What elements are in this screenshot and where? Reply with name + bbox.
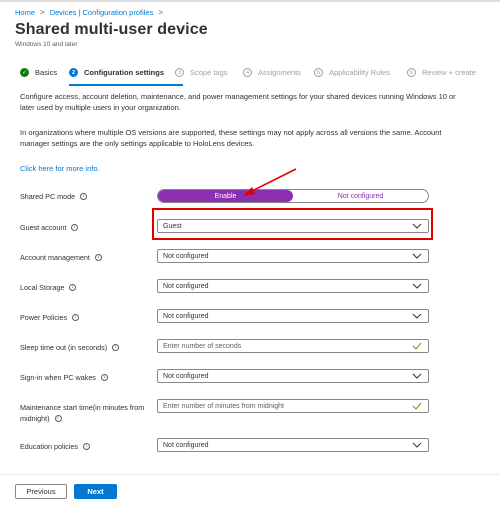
education-policies-label: Education policies i [20, 441, 90, 452]
step-label: Applicability Rules [329, 68, 390, 77]
step-number: 4 [243, 68, 252, 77]
chevron-down-icon [412, 373, 422, 379]
info-icon[interactable]: i [94, 254, 102, 261]
tab-applicability-rules[interactable]: 5 Applicability Rules [314, 68, 390, 77]
shared-pc-mode-label: Shared PC mode i [20, 191, 88, 202]
info-icon[interactable]: i [80, 193, 88, 200]
info-icon[interactable]: i [100, 374, 108, 381]
maintenance-start-label: Maintenance start time(in minutes from m… [20, 402, 150, 424]
signin-wake-dropdown[interactable]: Not configured [157, 369, 429, 383]
label-text: Shared PC mode [20, 192, 76, 201]
step-label: Basics [35, 68, 58, 77]
chevron-down-icon [412, 253, 422, 259]
info-icon[interactable]: i [69, 284, 77, 291]
step-number: 3 [175, 68, 184, 77]
step-label: Scope tags [190, 68, 228, 77]
tab-assignments[interactable]: 4 Assignments [243, 68, 301, 77]
tab-scope-tags[interactable]: 3 Scope tags [175, 68, 228, 77]
not-configured-option[interactable]: Not configured [293, 190, 428, 202]
label-text: Sleep time out (in seconds) [20, 343, 108, 352]
step-number: 6 [407, 68, 416, 77]
power-policies-dropdown[interactable]: Not configured [157, 309, 429, 323]
top-border [0, 0, 500, 2]
input-placeholder: Enter number of minutes from midnight [163, 402, 284, 410]
dropdown-value: Not configured [163, 312, 209, 320]
local-storage-dropdown[interactable]: Not configured [157, 279, 429, 293]
description-paragraph: Configure access, account deletion, main… [20, 92, 456, 112]
more-info-link[interactable]: Click here for more info. [20, 164, 100, 173]
input-placeholder: Enter number of seconds [163, 342, 242, 350]
checkmark-icon [412, 402, 422, 410]
info-icon[interactable]: i [82, 443, 90, 450]
dropdown-value: Not configured [163, 372, 209, 380]
chevron-down-icon [412, 283, 422, 289]
tab-configuration-settings[interactable]: 2 Configuration settings [69, 68, 164, 77]
step-label: Configuration settings [84, 68, 164, 77]
label-text: Power Policies [20, 313, 68, 322]
description-paragraph: In organizations where multiple OS versi… [20, 128, 442, 148]
sleep-timeout-input[interactable]: Enter number of seconds [157, 339, 429, 353]
dropdown-value: Not configured [163, 441, 209, 449]
maintenance-start-input[interactable]: Enter number of minutes from midnight [157, 399, 429, 413]
more-options-button[interactable]: ··· [178, 21, 190, 35]
label-text: Education policies [20, 442, 78, 451]
breadcrumb: Home > Devices | Configuration profiles … [15, 8, 163, 17]
signin-wake-label: Sign-in when PC wakes i [20, 372, 108, 383]
dropdown-value: Not configured [163, 252, 209, 260]
step-label: Review + create [422, 68, 476, 77]
account-management-dropdown[interactable]: Not configured [157, 249, 429, 263]
tab-review-create[interactable]: 6 Review + create [407, 68, 476, 77]
info-icon[interactable]: i [112, 344, 120, 351]
tab-basics[interactable]: ✓ Basics [20, 68, 57, 77]
label-text: Maintenance start time(in minutes from [20, 403, 145, 412]
step-number: 5 [314, 68, 323, 77]
account-management-label: Account management i [20, 252, 102, 263]
local-storage-label: Local Storage i [20, 282, 77, 293]
breadcrumb-home[interactable]: Home [15, 8, 35, 17]
info-icon[interactable]: i [54, 415, 62, 422]
footer-divider [0, 474, 500, 475]
label-text: Local Storage [20, 283, 65, 292]
step-number: 2 [69, 68, 78, 77]
page-subtitle: Windows 10 and later [15, 41, 78, 48]
wizard-steps: ✓ Basics 2 Configuration settings 3 Scop… [20, 68, 490, 86]
previous-button[interactable]: Previous [15, 484, 67, 499]
sleep-timeout-label: Sleep time out (in seconds) i [20, 342, 120, 353]
label-text: midnight) [20, 414, 50, 423]
chevron-down-icon [412, 313, 422, 319]
dropdown-value: Not configured [163, 282, 209, 290]
checkmark-icon [412, 342, 422, 350]
power-policies-label: Power Policies i [20, 312, 80, 323]
label-line2: midnight) i [20, 413, 150, 424]
enable-option[interactable]: Enable [158, 190, 293, 202]
guest-account-label: Guest account i [20, 222, 79, 233]
breadcrumb-configuration-profiles[interactable]: Devices | Configuration profiles [50, 8, 154, 17]
education-policies-dropdown[interactable]: Not configured [157, 438, 429, 452]
info-icon[interactable]: i [71, 224, 79, 231]
active-tab-indicator [69, 84, 183, 86]
label-text: Account management [20, 253, 90, 262]
next-button[interactable]: Next [74, 484, 117, 499]
chevron-down-icon [412, 442, 422, 448]
shared-pc-mode-toggle[interactable]: Enable Not configured [157, 189, 429, 203]
label-text: Sign-in when PC wakes [20, 373, 96, 382]
label-text: Guest account [20, 223, 67, 232]
step-label: Assignments [258, 68, 301, 77]
breadcrumb-separator: > [40, 8, 45, 17]
checkmark-icon: ✓ [20, 68, 29, 77]
breadcrumb-separator: > [158, 8, 164, 17]
info-icon[interactable]: i [72, 314, 80, 321]
highlight-box [152, 208, 433, 240]
